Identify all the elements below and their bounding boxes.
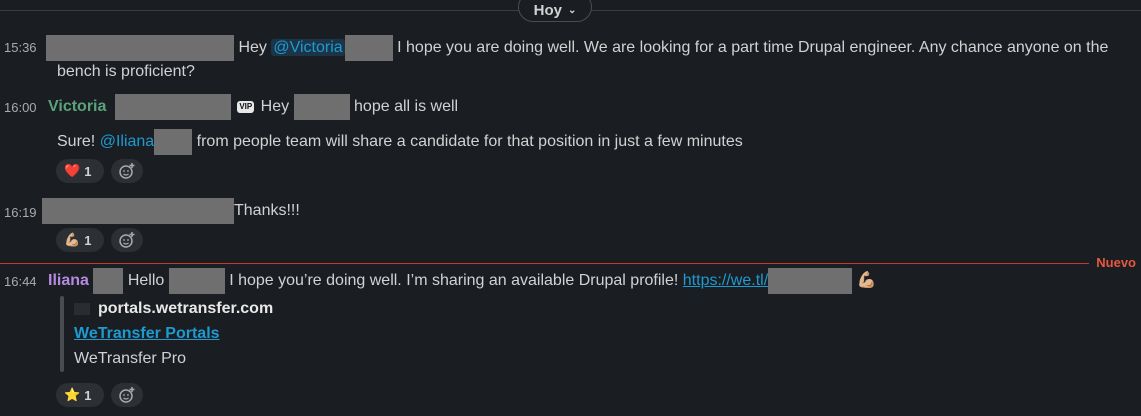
add-reaction-button[interactable] xyxy=(111,159,143,183)
redacted-link-path xyxy=(768,268,853,294)
message-1-text: Hey @Victoria I hope you are doing well.… xyxy=(46,35,1108,61)
star-icon: ⭐ xyxy=(64,387,81,402)
day-divider-button[interactable]: Hoy ⌄ xyxy=(518,0,592,22)
redacted-name xyxy=(114,94,231,120)
message-2-body: Sure! @Iliana from people team will shar… xyxy=(57,129,743,155)
redacted-name xyxy=(168,268,225,294)
link-preview-site: portals.wetransfer.com xyxy=(74,297,273,321)
message-text: Thanks!!! xyxy=(234,202,300,220)
link-preview-bar xyxy=(60,296,64,372)
add-emoji-icon xyxy=(119,232,135,248)
add-reaction-button[interactable] xyxy=(111,383,143,407)
message-2-header: Victoria VIP Hey hope all is well xyxy=(48,94,458,120)
reaction-count: 1 xyxy=(84,387,92,403)
redacted-name xyxy=(344,35,393,61)
message-text: I hope you are doing well. We are lookin… xyxy=(397,39,1109,57)
message-timestamp[interactable]: 16:00 xyxy=(4,100,37,115)
message-text: Sure! xyxy=(57,133,96,151)
reaction-count: 1 xyxy=(84,232,92,248)
message-timestamp[interactable]: 16:44 xyxy=(4,274,37,289)
wetransfer-link[interactable]: https://we.tl/ xyxy=(683,272,768,289)
site-name: portals.wetransfer.com xyxy=(98,300,274,317)
mention-iliana[interactable]: @Iliana xyxy=(100,133,155,150)
redacted-name xyxy=(154,129,193,155)
redacted-name xyxy=(93,268,124,294)
message-text: Hey xyxy=(260,98,290,116)
new-messages-line xyxy=(0,263,1089,264)
reaction-star[interactable]: ⭐ 1 xyxy=(56,383,104,407)
message-timestamp[interactable]: 15:36 xyxy=(4,40,37,55)
vip-badge: VIP xyxy=(237,101,255,113)
flexed-biceps-icon: 💪🏼 xyxy=(856,272,877,290)
redacted-sender xyxy=(46,35,234,61)
message-text: hope all is well xyxy=(354,98,459,116)
new-messages-label: Nuevo xyxy=(1096,255,1136,270)
chevron-down-icon: ⌄ xyxy=(567,4,577,16)
sender-name[interactable]: Iliana xyxy=(48,272,89,289)
site-favicon-icon xyxy=(74,302,90,315)
redacted-name xyxy=(293,94,350,120)
message-timestamp[interactable]: 16:19 xyxy=(4,205,37,220)
message-text: from people team will share a candidate … xyxy=(196,133,743,151)
add-emoji-icon xyxy=(119,163,135,179)
heart-icon: ❤️ xyxy=(64,163,81,178)
add-emoji-icon xyxy=(119,387,135,403)
add-reaction-button[interactable] xyxy=(111,228,143,252)
message-3-text: Thanks!!! xyxy=(42,198,300,224)
link-preview-description: WeTransfer Pro xyxy=(74,350,187,367)
day-divider-label: Hoy xyxy=(533,1,562,19)
message-1-text-continued: bench is proficient? xyxy=(57,63,195,80)
reaction-count: 1 xyxy=(84,163,92,179)
redacted-sender xyxy=(42,198,234,224)
reaction-heart[interactable]: ❤️ 1 xyxy=(56,159,104,183)
message-4-text: Iliana Hello I hope you’re doing well. I… xyxy=(48,268,877,294)
message-text: Hello xyxy=(127,272,165,290)
mention-victoria[interactable]: @Victoria xyxy=(271,39,345,57)
message-text: I hope you’re doing well. I’m sharing an… xyxy=(229,272,679,290)
message-text: Hey xyxy=(238,39,267,57)
flexed-biceps-icon: 💪🏼 xyxy=(64,232,81,247)
sender-name[interactable]: Victoria xyxy=(48,98,106,115)
reaction-flexed-biceps[interactable]: 💪🏼 1 xyxy=(56,228,104,252)
link-preview-title[interactable]: WeTransfer Portals xyxy=(74,322,220,346)
